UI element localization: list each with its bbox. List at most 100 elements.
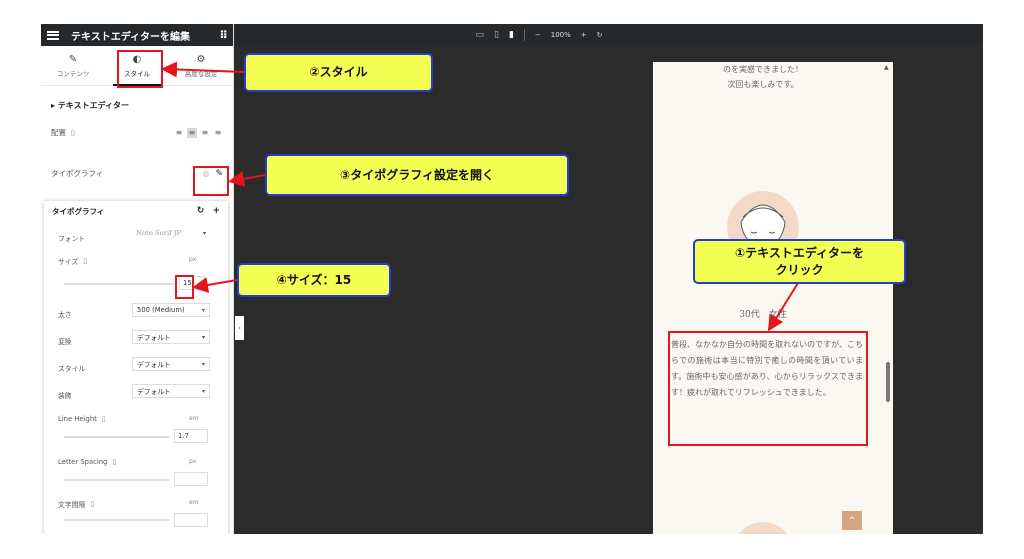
letter-spacing-label: Letter Spacing [58, 458, 108, 466]
alignment-label: 配置 [51, 128, 66, 137]
tab-label: コンテンツ [56, 69, 90, 78]
callout-step3-text: ③タイポグラフィ設定を開く [340, 167, 494, 182]
avatar [739, 522, 787, 534]
editor-panel: テキストエディターを編集 ⠿ ✎ コンテンツ ◐ スタイル ⚙ 高度な設定 ▸ … [41, 24, 234, 534]
letter-spacing-unit[interactable]: px [189, 458, 196, 465]
highlight-style-tab [117, 50, 163, 88]
font-label: フォント [58, 235, 86, 243]
weight-value: 500 (Medium) [137, 306, 185, 314]
size-slider[interactable] [64, 283, 174, 285]
gear-icon: ⚙ [196, 53, 206, 65]
weight-label: 太さ [58, 311, 72, 319]
previous-text-line2: 次回も楽しみです。 [727, 80, 799, 90]
chevron-down-icon: ▾ [201, 387, 205, 395]
highlight-text-editor [668, 331, 868, 446]
back-to-top-button[interactable]: ^ [842, 511, 862, 530]
line-height-input[interactable]: 1.7 [174, 429, 208, 443]
scrollbar-thumb[interactable] [886, 362, 890, 402]
word-spacing-input[interactable] [174, 513, 208, 527]
line-height-unit[interactable]: em [189, 415, 199, 422]
callout-step3: ③タイポグラフィ設定を開く [265, 154, 569, 196]
mobile-icon[interactable]: ▯ [112, 458, 116, 466]
callout-step4-text: ④サイズ：15 [276, 272, 352, 287]
callout-step2-text: ②スタイル [309, 65, 368, 80]
align-justify-icon[interactable]: ≡ [213, 128, 223, 138]
mobile-icon[interactable]: ▯ [102, 415, 106, 423]
align-center-icon[interactable]: ≡ [187, 127, 197, 138]
desktop-icon[interactable]: ▭ [475, 30, 484, 40]
align-left-icon[interactable]: ≡ [174, 128, 184, 138]
widgets-grid-icon[interactable]: ⠿ [219, 29, 228, 42]
decoration-select[interactable]: デフォルト ▾ [132, 384, 210, 398]
popover-tools: ↻ + [197, 206, 220, 216]
word-spacing-slider[interactable] [64, 519, 169, 521]
align-right-icon[interactable]: ≡ [200, 128, 210, 138]
mobile-icon[interactable]: ▯ [83, 257, 87, 265]
size-row: サイズ ▯ [44, 256, 228, 266]
chevron-down-icon: ▾ [202, 229, 206, 237]
section-header-text-editor[interactable]: ▸ テキストエディター [41, 86, 233, 111]
preview-canvas: のを実感できました！ 次回も楽しみです。 30代 女性 普段、なかなか自分の時間… [653, 62, 893, 534]
panel-header: テキストエディターを編集 ⠿ [41, 24, 233, 46]
style-label: スタイル [58, 365, 86, 373]
callout-step1-text: ①テキストエディターを クリック [735, 246, 864, 277]
size-label: サイズ [58, 258, 79, 266]
chevron-down-icon: ▾ [201, 306, 205, 314]
style-select[interactable]: デフォルト ▾ [132, 357, 210, 371]
line-height-slider[interactable] [64, 436, 169, 438]
review-card-next [653, 502, 873, 534]
mobile-icon[interactable]: ▯ [90, 500, 94, 508]
previous-text-line1: のを実感できました！ [723, 65, 803, 74]
transform-value: デフォルト [137, 334, 171, 342]
letter-spacing-row: Letter Spacing ▯ [44, 458, 228, 466]
mobile-icon[interactable]: ▮ [509, 30, 514, 40]
zoom-in-button[interactable]: + [581, 31, 587, 39]
font-value: Noto Serif JP [136, 229, 182, 237]
tablet-icon[interactable]: ▯ [494, 30, 499, 40]
pencil-icon: ✎ [68, 53, 78, 65]
transform-select[interactable]: デフォルト ▾ [132, 330, 210, 344]
toolbar-divider [523, 29, 525, 41]
letter-spacing-slider[interactable] [64, 479, 169, 481]
letter-spacing-input[interactable] [174, 472, 208, 486]
alignment-row: 配置 ▯ ≡ ≡ ≡ ≡ [41, 127, 233, 138]
tab-content[interactable]: ✎ コンテンツ [41, 46, 105, 85]
panel-title: テキストエディターを編集 [71, 31, 190, 43]
highlight-size-input [175, 275, 194, 299]
reset-zoom-icon[interactable]: ↻ [597, 31, 603, 39]
add-icon[interactable]: + [212, 206, 220, 216]
line-height-value: 1.7 [178, 432, 189, 440]
caret-right-icon: ▸ [51, 101, 56, 110]
transform-label: 変換 [58, 338, 72, 346]
top-toolbar: ▭ ▯ ▮ − 100% + ↻ [235, 24, 983, 46]
decoration-label: 装飾 [58, 392, 72, 400]
scroll-up-arrow[interactable]: ▲ [884, 64, 889, 71]
highlight-typography-edit [193, 166, 229, 196]
style-value: デフォルト [137, 361, 171, 369]
reset-icon[interactable]: ↻ [197, 206, 205, 216]
section-title: テキストエディター [57, 101, 130, 110]
word-spacing-label: 文字間隔 [58, 501, 86, 509]
line-height-row: Line Height ▯ [44, 415, 228, 423]
callout-step4: ④サイズ：15 [237, 263, 391, 297]
popover-header: タイポグラフィ ↻ + [44, 201, 228, 221]
size-unit[interactable]: px [189, 256, 196, 263]
tab-label: 高度な設定 [184, 69, 218, 78]
word-spacing-row: 文字間隔 ▯ [44, 499, 228, 509]
chevron-down-icon: ▾ [201, 333, 205, 341]
callout-step1: ①テキストエディターを クリック [693, 239, 906, 284]
reviewer-age: 30代 女性 [739, 310, 787, 320]
collapse-panel-button[interactable]: ‹ [235, 316, 244, 340]
chevron-down-icon: ▾ [201, 360, 205, 368]
callout-step2: ②スタイル [244, 53, 433, 92]
review-card-previous: のを実感できました！ 次回も楽しみです。 [653, 62, 873, 130]
zoom-level: 100% [550, 31, 571, 39]
word-spacing-unit[interactable]: em [189, 499, 199, 506]
weight-select[interactable]: 500 (Medium) ▾ [132, 303, 210, 317]
tab-advanced[interactable]: ⚙ 高度な設定 [169, 46, 233, 85]
typography-label: タイポグラフィ [51, 169, 104, 178]
menu-icon[interactable] [47, 30, 59, 40]
zoom-out-button[interactable]: − [535, 31, 541, 39]
mobile-icon[interactable]: ▯ [71, 129, 75, 137]
font-select[interactable]: Noto Serif JP ▾ [132, 226, 210, 240]
